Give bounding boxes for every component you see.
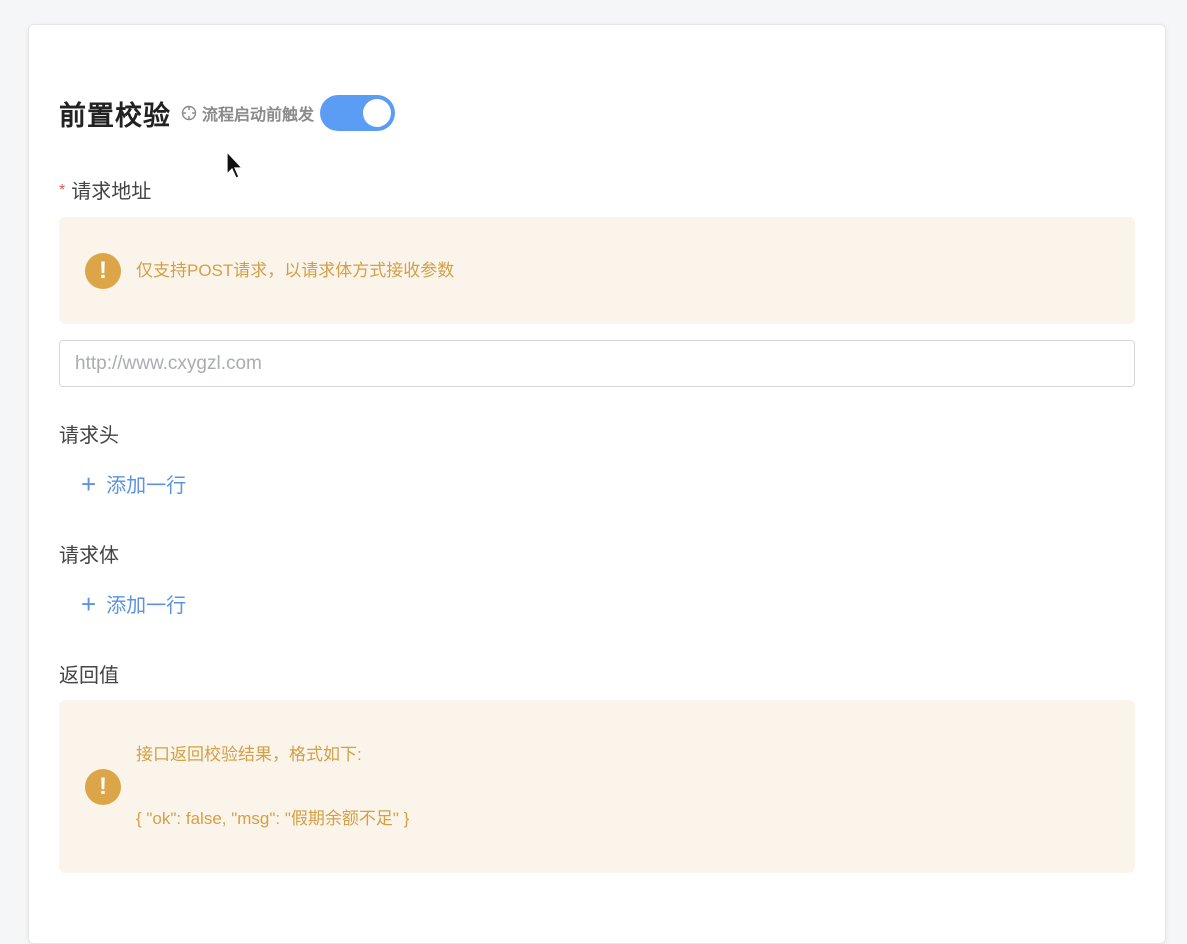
return-value-alert-line2: { "ok": false, "msg": "假期余额不足" } — [136, 808, 410, 828]
add-body-row-label: 添加一行 — [106, 595, 187, 617]
exclamation-icon: ! — [85, 768, 121, 805]
trigger-hint-text: 流程启动前触发 — [202, 107, 315, 124]
return-value-label: 返回值 — [59, 665, 119, 687]
add-header-row-button[interactable]: + 添加一行 — [81, 469, 186, 498]
headers-label: 请求头 — [59, 425, 119, 447]
request-url-alert: ! 仅支持POST请求，以请求体方式接收参数 — [59, 217, 1135, 324]
required-mark: * — [59, 182, 66, 199]
toggle-knob — [363, 99, 392, 127]
pre-validation-card: 前置校验 流程启动前触发 * 请求地址 ! 仅支持POST请求，以请求体方式接收参… — [28, 24, 1166, 944]
return-value-alert-text: 接口返回校验结果，格式如下: { "ok": false, "msg": "假期… — [136, 743, 409, 831]
title-row: 前置校验 流程启动前触发 — [59, 95, 396, 131]
plus-icon: + — [81, 468, 97, 499]
add-header-row-label: 添加一行 — [106, 475, 187, 497]
page-title: 前置校验 — [59, 100, 171, 131]
add-body-row-button[interactable]: + 添加一行 — [81, 589, 186, 618]
pre-validation-toggle[interactable] — [320, 95, 396, 131]
exclamation-icon: ! — [85, 252, 121, 289]
crosshair-icon — [181, 105, 197, 121]
mouse-cursor-icon — [226, 150, 244, 179]
return-value-alert-line1: 接口返回校验结果，格式如下: — [136, 744, 362, 764]
trigger-hint: 流程启动前触发 — [181, 101, 314, 125]
request-url-input[interactable] — [59, 340, 1135, 387]
request-url-label-text: 请求地址 — [71, 181, 152, 203]
plus-icon: + — [81, 588, 97, 619]
return-value-alert: ! 接口返回校验结果，格式如下: { "ok": false, "msg": "… — [59, 700, 1135, 873]
body-label: 请求体 — [59, 545, 119, 567]
request-url-alert-text: 仅支持POST请求，以请求体方式接收参数 — [136, 260, 455, 280]
request-url-label: * 请求地址 — [59, 175, 151, 204]
